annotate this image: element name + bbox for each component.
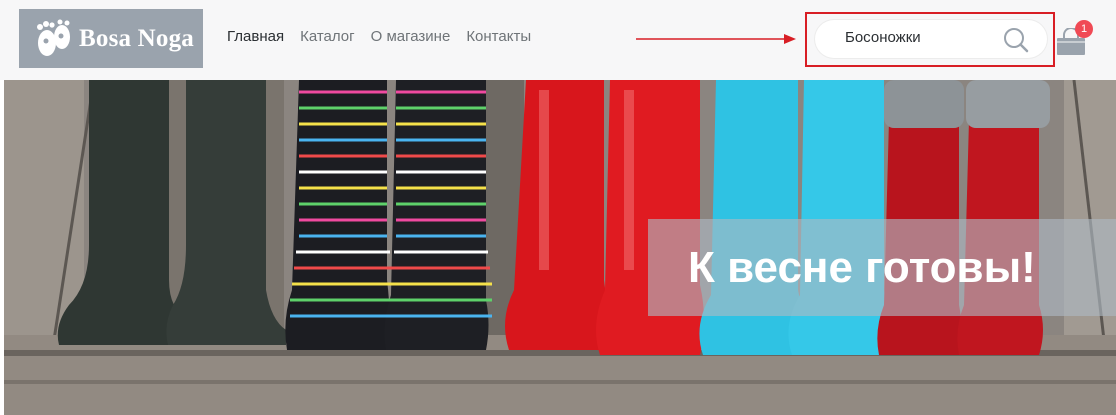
logo[interactable]: Bosa Noga: [19, 9, 203, 68]
nav-item-contacts[interactable]: Контакты: [466, 28, 531, 45]
hero-banner: К весне готовы!: [4, 80, 1116, 415]
nav-item-catalog[interactable]: Каталог: [300, 28, 355, 45]
annotation-arrow-icon: [636, 34, 796, 44]
main-nav: Главная Каталог О магазине Контакты: [227, 28, 547, 45]
site-header: Bosa Noga Главная Каталог О магазине Кон…: [0, 0, 1116, 80]
logo-text: Bosa Noga: [79, 24, 195, 52]
hero-headline: К весне готовы!: [688, 243, 1036, 292]
nav-item-about[interactable]: О магазине: [371, 28, 451, 45]
search-icon[interactable]: [1003, 27, 1029, 53]
search-box[interactable]: [815, 20, 1047, 58]
nav-item-home[interactable]: Главная: [227, 28, 284, 45]
search-input[interactable]: [845, 29, 995, 46]
cart-count-badge: 1: [1075, 20, 1093, 38]
footprint-logo-icon: [33, 19, 73, 59]
